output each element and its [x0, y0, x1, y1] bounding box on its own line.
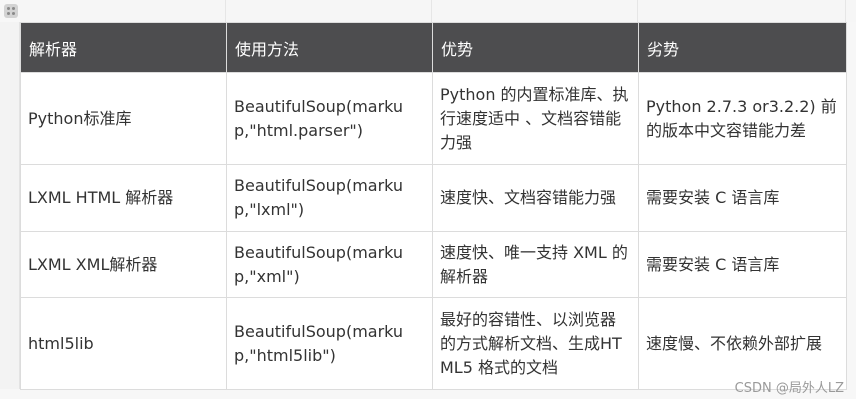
- header-disadvantages: 劣势: [638, 22, 847, 73]
- parser-comparison-table: 解析器 使用方法 优势 劣势 Python标准库 BeautifulSoup(m…: [20, 22, 847, 390]
- column-handle[interactable]: [638, 0, 846, 22]
- row-header-strip: [0, 22, 20, 389]
- page: 解析器 使用方法 优势 劣势 Python标准库 BeautifulSoup(m…: [0, 0, 856, 399]
- cell-usage: BeautifulSoup(markup,"html.parser"): [226, 72, 433, 165]
- header-advantages: 优势: [432, 22, 639, 73]
- cell-advantages: 最好的容错性、以浏览器的方式解析文档、生成HTML5 格式的文档: [432, 297, 639, 390]
- cell-parser: LXML HTML 解析器: [20, 164, 227, 232]
- cell-parser: html5lib: [20, 297, 227, 390]
- column-handle[interactable]: [226, 0, 432, 22]
- cell-disadvantages: 需要安装 C 语言库: [638, 231, 847, 298]
- table-header-row: 解析器 使用方法 优势 劣势: [20, 22, 847, 73]
- cell-advantages: 速度快、唯一支持 XML 的解析器: [432, 231, 639, 298]
- cell-usage: BeautifulSoup(markup,"html5lib"): [226, 297, 433, 390]
- cell-parser: Python标准库: [20, 72, 227, 165]
- table-drag-handle-icon[interactable]: [4, 4, 18, 18]
- cell-usage: BeautifulSoup(markup,"lxml"): [226, 164, 433, 232]
- table-row: LXML XML解析器 BeautifulSoup(markup,"xml") …: [20, 231, 847, 298]
- cell-parser: LXML XML解析器: [20, 231, 227, 298]
- header-parser: 解析器: [20, 22, 227, 73]
- cell-usage: BeautifulSoup(markup,"xml"): [226, 231, 433, 298]
- header-usage: 使用方法: [226, 22, 433, 73]
- table-row: Python标准库 BeautifulSoup(markup,"html.par…: [20, 72, 847, 165]
- cell-advantages: Python 的内置标准库、执行速度适中 、文档容错能力强: [432, 72, 639, 165]
- watermark: CSDN @局外人LZ: [734, 381, 844, 396]
- table-row: html5lib BeautifulSoup(markup,"html5lib"…: [20, 297, 847, 390]
- cell-disadvantages: 需要安装 C 语言库: [638, 164, 847, 232]
- cell-advantages: 速度快、文档容错能力强: [432, 164, 639, 232]
- column-handle[interactable]: [20, 0, 226, 22]
- table-row: LXML HTML 解析器 BeautifulSoup(markup,"lxml…: [20, 164, 847, 232]
- column-handle[interactable]: [432, 0, 638, 22]
- column-header-strip: [20, 0, 856, 22]
- cell-disadvantages: Python 2.7.3 or3.2.2) 前的版本中文容错能力差: [638, 72, 847, 165]
- cell-disadvantages: 速度慢、不依赖外部扩展: [638, 297, 847, 390]
